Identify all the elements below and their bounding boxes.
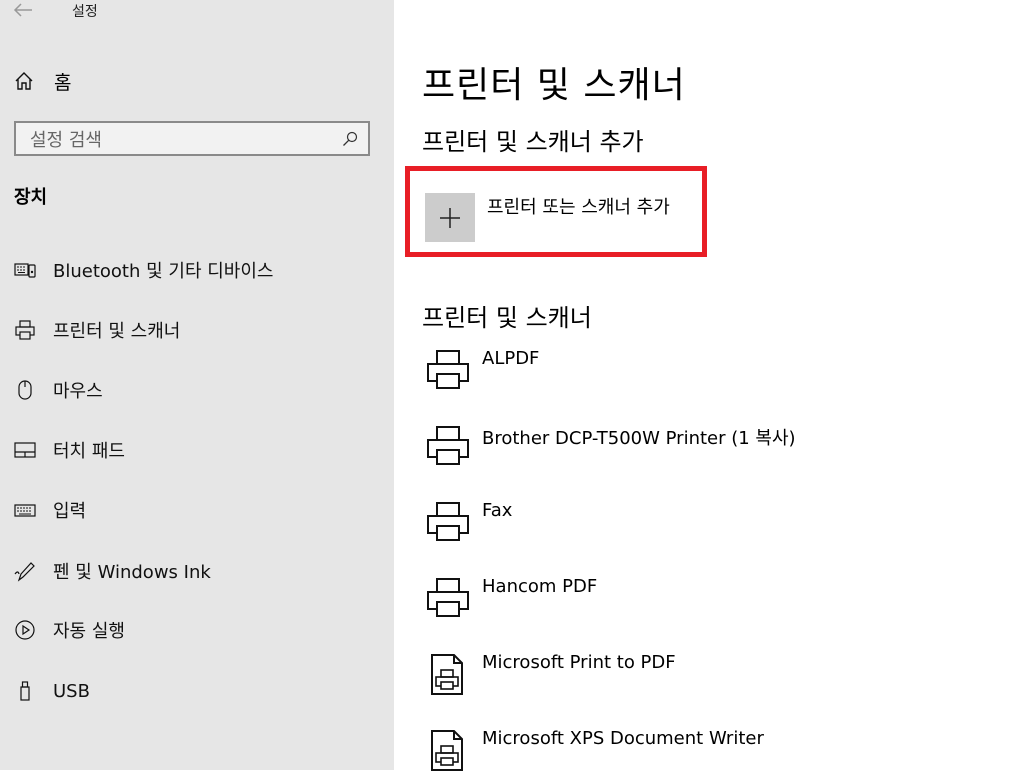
usb-icon bbox=[20, 681, 30, 701]
home-label: 홈 bbox=[54, 71, 72, 94]
autoplay-icon bbox=[15, 620, 35, 640]
search-placeholder: 설정 검색 bbox=[30, 129, 102, 151]
sidebar-item-mouse[interactable]: 마우스 bbox=[14, 375, 374, 405]
touchpad-icon bbox=[14, 442, 36, 458]
sidebar-item-label: 입력 bbox=[53, 501, 87, 522]
add-printer-label[interactable]: 프린터 또는 스캐너 추가 bbox=[487, 193, 670, 219]
add-printer-button[interactable] bbox=[425, 193, 475, 242]
printer-name: Brother DCP-T500W Printer (1 복사) bbox=[482, 428, 796, 449]
search-icon[interactable] bbox=[342, 131, 358, 147]
window-title: 설정 bbox=[72, 4, 98, 20]
printer-list-item[interactable]: Microsoft XPS Document Writer bbox=[426, 728, 986, 778]
mouse-icon bbox=[18, 380, 32, 400]
sidebar: 설정 홈 설정 검색 장치 Bluetooth 및 기타 디바이스 프린터 및 … bbox=[0, 0, 394, 770]
sidebar-item-label: 터치 패드 bbox=[53, 441, 125, 462]
main-content: 프린터 및 스캐너 프린터 및 스캐너 추가 프린터 또는 스캐너 추가 프린터… bbox=[394, 0, 1014, 771]
printer-name: Fax bbox=[482, 500, 513, 521]
sidebar-item-label: 펜 및 Windows Ink bbox=[53, 562, 211, 583]
sidebar-item-label: 프린터 및 스캐너 bbox=[53, 321, 181, 342]
sidebar-item-label: 자동 실행 bbox=[53, 621, 125, 642]
printer-icon bbox=[15, 320, 35, 340]
printer-list-heading: 프린터 및 스캐너 bbox=[422, 304, 592, 332]
pen-icon bbox=[14, 562, 35, 582]
sidebar-item-label: USB bbox=[53, 680, 90, 702]
printer-name: Microsoft Print to PDF bbox=[482, 652, 676, 673]
home-icon bbox=[15, 72, 33, 90]
printer-list-item[interactable]: Microsoft Print to PDF bbox=[426, 652, 986, 702]
home-nav[interactable]: 홈 bbox=[14, 68, 314, 94]
printer-list-item[interactable]: Hancom PDF bbox=[426, 576, 986, 626]
keyboard-icon bbox=[14, 504, 36, 517]
sidebar-item-autoplay[interactable]: 자동 실행 bbox=[14, 615, 374, 645]
sidebar-item-label: 마우스 bbox=[53, 381, 103, 402]
printer-icon bbox=[427, 502, 469, 541]
sidebar-item-bluetooth[interactable]: Bluetooth 및 기타 디바이스 bbox=[14, 255, 374, 285]
bluetooth-devices-icon bbox=[14, 263, 36, 278]
sidebar-item-pen[interactable]: 펜 및 Windows Ink bbox=[14, 556, 374, 586]
printer-name: ALPDF bbox=[482, 348, 540, 369]
document-printer-icon bbox=[431, 730, 463, 771]
plus-icon bbox=[440, 207, 460, 228]
printer-icon bbox=[427, 350, 469, 389]
sidebar-item-touchpad[interactable]: 터치 패드 bbox=[14, 435, 374, 465]
back-arrow-icon[interactable] bbox=[12, 1, 34, 19]
printer-icon bbox=[427, 426, 469, 465]
page-title: 프린터 및 스캐너 bbox=[422, 65, 686, 106]
sidebar-item-input[interactable]: 입력 bbox=[14, 495, 374, 525]
add-section-heading: 프린터 및 스캐너 추가 bbox=[422, 128, 644, 156]
sidebar-item-printers[interactable]: 프린터 및 스캐너 bbox=[14, 315, 374, 345]
search-input[interactable]: 설정 검색 bbox=[14, 121, 370, 156]
printer-name: Microsoft XPS Document Writer bbox=[482, 728, 764, 749]
printer-name: Hancom PDF bbox=[482, 576, 598, 597]
printer-list-item[interactable]: ALPDF bbox=[426, 348, 986, 398]
section-title: 장치 bbox=[14, 187, 48, 208]
printer-list-item[interactable]: Fax bbox=[426, 500, 986, 550]
sidebar-item-label: Bluetooth 및 기타 디바이스 bbox=[53, 261, 274, 282]
sidebar-item-usb[interactable]: USB bbox=[14, 676, 374, 706]
document-printer-icon bbox=[431, 654, 463, 695]
printer-list-item[interactable]: Brother DCP-T500W Printer (1 복사) bbox=[426, 424, 986, 474]
printer-icon bbox=[427, 578, 469, 617]
